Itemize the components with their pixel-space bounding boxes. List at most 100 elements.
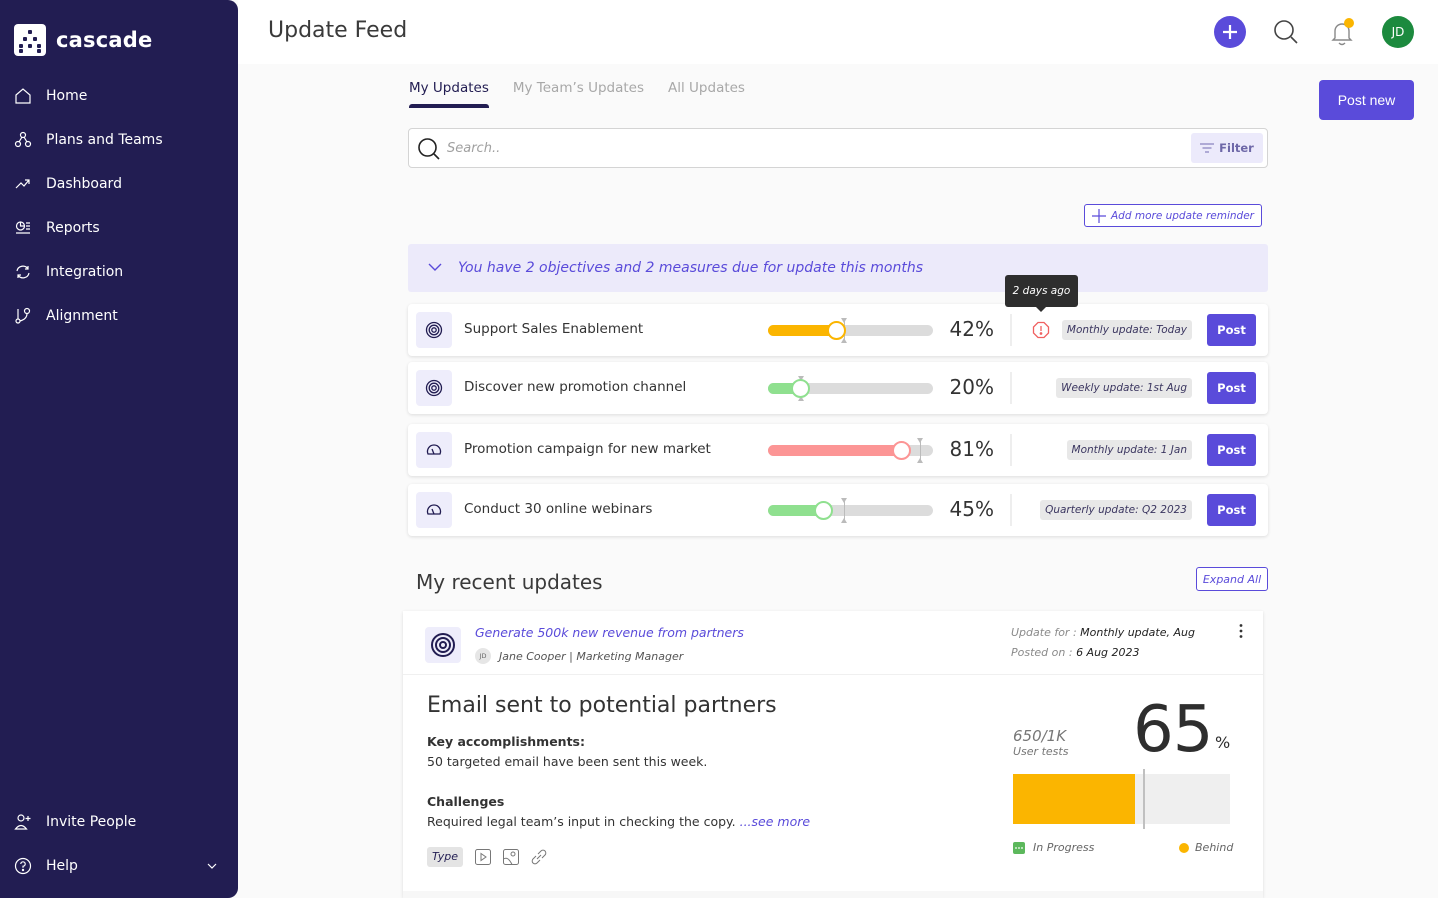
- progress-percentage: 42%: [949, 317, 994, 341]
- status-right-label: Behind: [1195, 841, 1234, 854]
- type-chip[interactable]: Type: [427, 847, 464, 867]
- progress-handle[interactable]: [791, 379, 810, 398]
- chevron-down-icon[interactable]: [206, 858, 218, 874]
- divider: [1010, 494, 1012, 526]
- post-update-button[interactable]: Post: [1207, 494, 1256, 526]
- challenges-text: Required legal team’s input in checking …: [427, 814, 810, 829]
- update-frequency-badge: Weekly update: 1st Aug: [1056, 378, 1192, 398]
- progress-slider[interactable]: [768, 376, 933, 401]
- progress-percentage: 81%: [949, 437, 994, 461]
- sidebar-item-label: Dashboard: [46, 176, 122, 192]
- sidebar-item-help[interactable]: Help: [0, 844, 238, 888]
- measure-gauge-icon: [416, 492, 452, 528]
- status-left-label: In Progress: [1033, 841, 1095, 854]
- tab-my-teams-updates[interactable]: My Team’s Updates: [513, 80, 644, 108]
- sidebar-item-label: Alignment: [46, 308, 118, 324]
- post-update-button[interactable]: Post: [1207, 372, 1256, 404]
- sidebar-item-label: Plans and Teams: [46, 132, 163, 148]
- author-avatar: JD: [475, 648, 491, 664]
- objective-target-icon: [425, 627, 461, 663]
- expand-all-button[interactable]: Expand All: [1196, 567, 1268, 591]
- due-banner-text: You have 2 objectives and 2 measures due…: [458, 260, 924, 276]
- sidebar-bottom-nav: Invite People Help: [0, 800, 238, 888]
- progress-slider[interactable]: [768, 438, 933, 463]
- sidebar-item-alignment[interactable]: Alignment: [0, 294, 238, 338]
- tab-my-updates[interactable]: My Updates: [409, 80, 489, 108]
- brand[interactable]: cascade: [14, 24, 152, 56]
- divider: [1010, 314, 1012, 346]
- status-in-progress: In Progress: [1013, 841, 1094, 854]
- page-title: Update Feed: [268, 18, 408, 43]
- progress-handle[interactable]: [891, 441, 911, 460]
- divider: [1010, 372, 1012, 404]
- overdue-warning-icon[interactable]: [1032, 321, 1050, 343]
- tab-all-updates[interactable]: All Updates: [668, 80, 745, 108]
- progress-slider[interactable]: [768, 318, 933, 343]
- metric-count: 650/1K: [1013, 727, 1067, 745]
- posted-on-value: 6 Aug 2023: [1076, 646, 1140, 659]
- see-more-link[interactable]: ...see more: [740, 814, 810, 829]
- due-item-title[interactable]: Conduct 30 online webinars: [464, 501, 652, 517]
- due-item-title[interactable]: Support Sales Enablement: [464, 321, 643, 337]
- update-frequency-badge: Monthly update: Today: [1061, 320, 1192, 340]
- filter-icon: [1200, 143, 1215, 153]
- link-icon[interactable]: [531, 849, 547, 865]
- brand-name: cascade: [56, 28, 153, 52]
- due-item-row[interactable]: Promotion campaign for new market 81% Mont…: [408, 424, 1268, 476]
- recent-updates-heading: My recent updates: [416, 570, 603, 594]
- chevron-down-icon[interactable]: [428, 260, 442, 276]
- sidebar-item-reports[interactable]: Reports: [0, 206, 238, 250]
- progress-percentage: 20%: [949, 375, 994, 399]
- due-item-row[interactable]: Conduct 30 online webinars 45% Quarterly u…: [408, 484, 1268, 536]
- add-reminder-label: Add more update reminder: [1111, 209, 1254, 222]
- user-avatar[interactable]: JD: [1382, 16, 1414, 48]
- post-new-button[interactable]: Post new: [1319, 80, 1414, 120]
- due-item-row[interactable]: Support Sales Enablement 42% Monthly updat…: [408, 304, 1268, 356]
- filter-button[interactable]: Filter: [1191, 133, 1263, 163]
- search-bar: Filter: [408, 128, 1268, 168]
- target-marker: [840, 498, 847, 523]
- sidebar-item-label: Home: [46, 88, 88, 104]
- due-item-row[interactable]: Discover new promotion channel 20% Weekly …: [408, 362, 1268, 414]
- video-icon[interactable]: [475, 849, 492, 865]
- cascade-logo-icon: [14, 24, 46, 56]
- objective-link[interactable]: Generate 500k new revenue from partners: [475, 625, 744, 640]
- due-item-title[interactable]: Discover new promotion channel: [464, 379, 686, 395]
- status-behind: Behind: [1179, 841, 1233, 854]
- sidebar-item-label: Reports: [46, 220, 100, 236]
- sidebar-item-integration[interactable]: Integration: [0, 250, 238, 294]
- top-header: Update Feed JD: [238, 0, 1438, 64]
- post-update-button[interactable]: Post: [1207, 314, 1256, 346]
- behind-dot-icon: [1179, 842, 1189, 853]
- challenges-body: Required legal team’s input in checking …: [427, 814, 736, 829]
- update-tabs: My Updates My Team’s Updates All Updates: [409, 80, 769, 108]
- more-options-icon[interactable]: [1237, 623, 1245, 639]
- search-icon: [418, 138, 440, 160]
- progress-fill: [768, 445, 902, 456]
- metric-unit: User tests: [1013, 745, 1069, 758]
- progress-slider[interactable]: [768, 498, 933, 523]
- update-for-value: Monthly update, Aug: [1080, 626, 1195, 639]
- sidebar-item-dashboard[interactable]: Dashboard: [0, 162, 238, 206]
- search-input[interactable]: [447, 137, 1167, 159]
- notifications-button[interactable]: [1328, 18, 1356, 46]
- sidebar: cascade Home Plans and Teams Dashboard R…: [0, 0, 238, 898]
- post-update-button[interactable]: Post: [1207, 434, 1256, 466]
- progress-handle[interactable]: [814, 501, 834, 520]
- sidebar-item-label: Help: [46, 858, 78, 874]
- accomplishments-label: Key accomplishments:: [427, 734, 585, 749]
- sidebar-item-home[interactable]: Home: [0, 74, 238, 118]
- add-button[interactable]: [1214, 16, 1246, 48]
- sidebar-item-plans-and-teams[interactable]: Plans and Teams: [0, 118, 238, 162]
- sidebar-item-label: Integration: [46, 264, 124, 280]
- metric-progress-fill: [1013, 774, 1135, 824]
- due-item-title[interactable]: Promotion campaign for new market: [464, 441, 711, 457]
- sidebar-item-invite-people[interactable]: Invite People: [0, 800, 238, 844]
- add-reminder-button[interactable]: Add more update reminder: [1084, 204, 1262, 227]
- target-marker: [916, 438, 923, 463]
- image-icon[interactable]: [503, 849, 520, 865]
- update-card-header: Generate 500k new revenue from partners …: [403, 611, 1263, 675]
- due-updates-banner[interactable]: You have 2 objectives and 2 measures due…: [408, 244, 1268, 292]
- search-button[interactable]: [1272, 18, 1300, 46]
- update-card: Generate 500k new revenue from partners …: [403, 611, 1263, 898]
